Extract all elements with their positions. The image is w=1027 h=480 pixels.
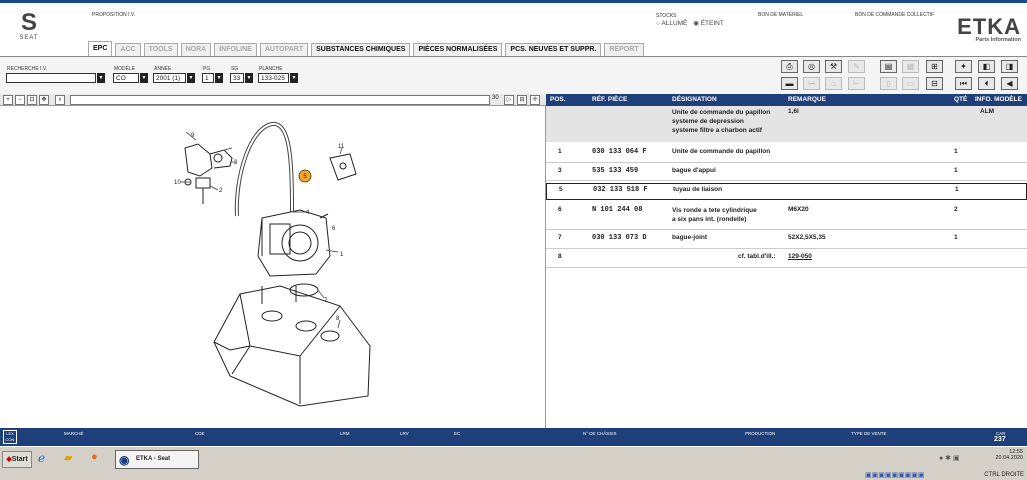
illustration-link[interactable]: 129-050 (788, 253, 812, 260)
next-page-icon[interactable]: ◨ (1001, 60, 1018, 73)
pg-dropdown-button[interactable]: ▼ (215, 73, 223, 83)
sg-dropdown-button[interactable]: ▼ (245, 73, 253, 83)
pan-icon[interactable]: ✥ (39, 95, 49, 105)
callout-11[interactable]: 11 (338, 144, 345, 150)
proposition-label: PROPOSITION I.V. (92, 12, 136, 18)
fit-icon[interactable]: ▷ (504, 95, 514, 105)
arrow-icon[interactable]: ⊢ (848, 77, 865, 90)
tab-report[interactable]: REPORT (604, 43, 644, 57)
bon-collectif-label[interactable]: BON DE COMMANDE COLLECTIF (855, 12, 934, 18)
key-icon[interactable]: ⊶ (803, 77, 820, 90)
tab-tools[interactable]: TOOLS (143, 43, 178, 57)
forward-icon[interactable]: ◀ (1001, 77, 1018, 90)
table-row[interactable]: 8 cf. tabl.d'ill.: 129-050 (546, 251, 1027, 265)
tray-bottom-icons[interactable]: ▣▣▣▣▣▣▣▣▣ (865, 471, 925, 479)
tab-infoline[interactable]: INFOLINE (214, 43, 257, 57)
zoom-value: 30 (492, 95, 499, 101)
status-bar: LEX CON MARCHÉ CDE LRM LRV EC N° DE CHÂSS… (0, 428, 1027, 446)
tab-substances[interactable]: SUBSTANCES CHIMIQUES (311, 43, 411, 57)
callout-6[interactable]: 6 (332, 226, 336, 232)
annee-select[interactable]: 2001 (1) (153, 73, 186, 83)
etka-app-icon: ◉ (119, 453, 130, 467)
stocks-on-radio[interactable]: ○ ALLUMÉ (656, 20, 687, 27)
pin-icon[interactable]: ✦ (955, 60, 972, 73)
parts-table: POS. RÉF. PIÈCE DÉSIGNATION REMARQUE QTÉ… (546, 94, 1027, 428)
annee-dropdown-button[interactable]: ▼ (187, 73, 195, 83)
planche-select[interactable]: 133-025 (258, 73, 289, 83)
table-intro-row: Unite de commande du papillon systeme de … (546, 106, 1027, 142)
car-icon[interactable]: ⌂ (825, 77, 842, 90)
firefox-icon[interactable]: ● (91, 451, 98, 463)
callout-10[interactable]: 10 (174, 180, 181, 186)
filter-bar: RECHERCHE I.V. ▼ MODÈLE CO ▼ ANNÉE 2001 … (0, 56, 1027, 94)
magnifier-icon[interactable]: ⌕ (55, 95, 65, 105)
modele-select[interactable]: CO (113, 73, 139, 83)
basket-disabled-icon[interactable]: ▦ (902, 60, 919, 73)
callout-3[interactable]: 3 (234, 160, 238, 166)
tab-pieces-normalisees[interactable]: PIÈCES NORMALISÉES (413, 43, 503, 57)
tab-epc[interactable]: EPC (88, 41, 113, 57)
tray-icons[interactable]: ● ✱ ▣ (939, 454, 960, 462)
parts-drawing[interactable]: 5 1 2 3 4 6 7 8 9 10 11 (0, 106, 546, 428)
planche-dropdown-button[interactable]: ▼ (290, 73, 298, 83)
cart-icon[interactable]: ⊞ (926, 60, 943, 73)
seat-logo: S SEAT (19, 9, 39, 42)
tab-acc[interactable]: ACC (115, 43, 141, 57)
basket-icon[interactable]: ▤ (880, 60, 897, 73)
list-icon[interactable]: ▬ (781, 77, 798, 90)
sg-select[interactable]: 33 (230, 73, 244, 83)
table-row-selected[interactable]: 5 032 133 518 F tuyau de liaison 1 (546, 183, 1027, 200)
prev-page-icon[interactable]: ◧ (978, 60, 995, 73)
bon-materiel-label[interactable]: BON DE MATÉRIEL (758, 12, 803, 18)
tab-nora[interactable]: NORA (180, 43, 212, 57)
modele-dropdown-button[interactable]: ▼ (140, 73, 148, 83)
callout-2[interactable]: 2 (219, 188, 223, 194)
etka-task-button[interactable]: ◉ ETKA - Seat (115, 450, 199, 469)
note-icon[interactable]: ✎ (848, 60, 865, 73)
pg-select[interactable]: 1 (202, 73, 214, 83)
search-parts-icon[interactable]: ◎ (803, 60, 820, 73)
table-row[interactable]: 7 030 133 073 D bague-joint 52X2,5X5,35 … (546, 232, 1027, 246)
recherche-dropdown-button[interactable]: ▼ (97, 73, 105, 83)
crosshair-icon[interactable]: ✛ (530, 95, 540, 105)
app-header: S SEAT PROPOSITION I.V. STOCKS ○ ALLUMÉ … (0, 3, 1027, 57)
recherche-input[interactable] (6, 73, 96, 83)
zoom-out-icon[interactable]: − (15, 95, 25, 105)
illustration-pane: + − ⊡ ✥ ⌕ 30 ▷ ⊟ ✛ 5 1 2 3 4 6 7 8 9 10 … (0, 94, 546, 428)
table-row[interactable]: 3 535 133 459 bague d'appui 1 (546, 165, 1027, 179)
table-row[interactable]: 1 030 133 064 F Unite de commande du pap… (546, 146, 1027, 160)
system-tray: ● ✱ ▣ 12:55 20.04.2020 (939, 449, 1023, 462)
tab-autopart[interactable]: AUTOPART (259, 43, 309, 57)
main-tabs: EPC ACC TOOLS NORA INFOLINE AUTOPART SUB… (88, 41, 644, 57)
print-icon[interactable]: ⎙ (781, 60, 798, 73)
folder-icon[interactable]: ▰ (64, 451, 72, 464)
callout-7[interactable]: 7 (324, 298, 328, 304)
lex-icon[interactable]: LEX CON (3, 430, 17, 444)
tab-pcs-neuves[interactable]: PCS. NEUVES ET SUPPR. (505, 43, 602, 57)
table-header: POS. RÉF. PIÈCE DÉSIGNATION REMARQUE QTÉ… (546, 94, 1027, 106)
viewer-toolbar: + − ⊡ ✥ ⌕ 30 ▷ ⊟ ✛ (0, 94, 546, 106)
host-key-label: CTRL DROITE (984, 472, 1024, 478)
zoom-in-icon[interactable]: + (3, 95, 13, 105)
viewer-search-input[interactable] (70, 95, 490, 105)
etka-logo: ETKA Parts Information (957, 14, 1021, 44)
previous-icon[interactable]: ⏴ (978, 77, 995, 90)
first-icon[interactable]: ⏮ (955, 77, 972, 90)
tools-icon[interactable]: ⚒ (825, 60, 842, 73)
zoom-area-icon[interactable]: ⊡ (27, 95, 37, 105)
stocks-toggle: STOCKS ○ ALLUMÉ ◉ ÉTEINT (656, 13, 724, 27)
windows-taskbar: ◆Start ℯ ▰ ● ◉ ETKA - Seat ● ✱ ▣ 12:55 2… (0, 446, 1027, 480)
callout-1[interactable]: 1 (340, 252, 344, 258)
table-row[interactable]: 6 N 101 244 08 Vis ronde a tete cylindri… (546, 204, 1027, 226)
docs-icon[interactable]: ▭ (902, 77, 919, 90)
window-icon[interactable]: ⊟ (517, 95, 527, 105)
doc-icon[interactable]: ▯ (880, 77, 897, 90)
start-button[interactable]: ◆Start (2, 451, 32, 468)
stocks-off-radio[interactable]: ◉ ÉTEINT (693, 20, 724, 27)
order-icon[interactable]: ⊟ (926, 77, 943, 90)
ie-icon[interactable]: ℯ (38, 451, 45, 465)
